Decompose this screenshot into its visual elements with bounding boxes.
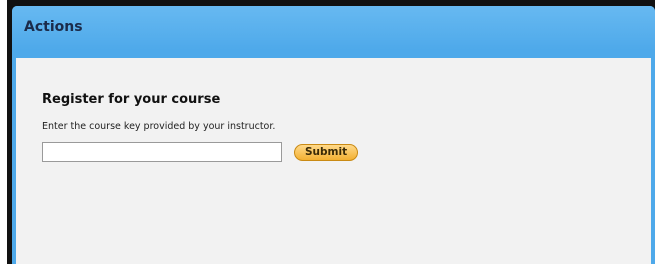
panel-header: Actions — [12, 6, 655, 50]
course-key-form: Submit — [42, 142, 651, 162]
actions-panel: Actions Register for your course Enter t… — [12, 6, 655, 264]
instructions-text: Enter the course key provided by your in… — [42, 121, 276, 132]
course-key-input[interactable] — [42, 142, 282, 162]
panel-body: Register for your course Enter the cours… — [16, 58, 651, 264]
panel-title: Actions — [24, 19, 83, 35]
submit-button[interactable]: Submit — [294, 143, 359, 161]
register-heading: Register for your course — [42, 92, 221, 107]
